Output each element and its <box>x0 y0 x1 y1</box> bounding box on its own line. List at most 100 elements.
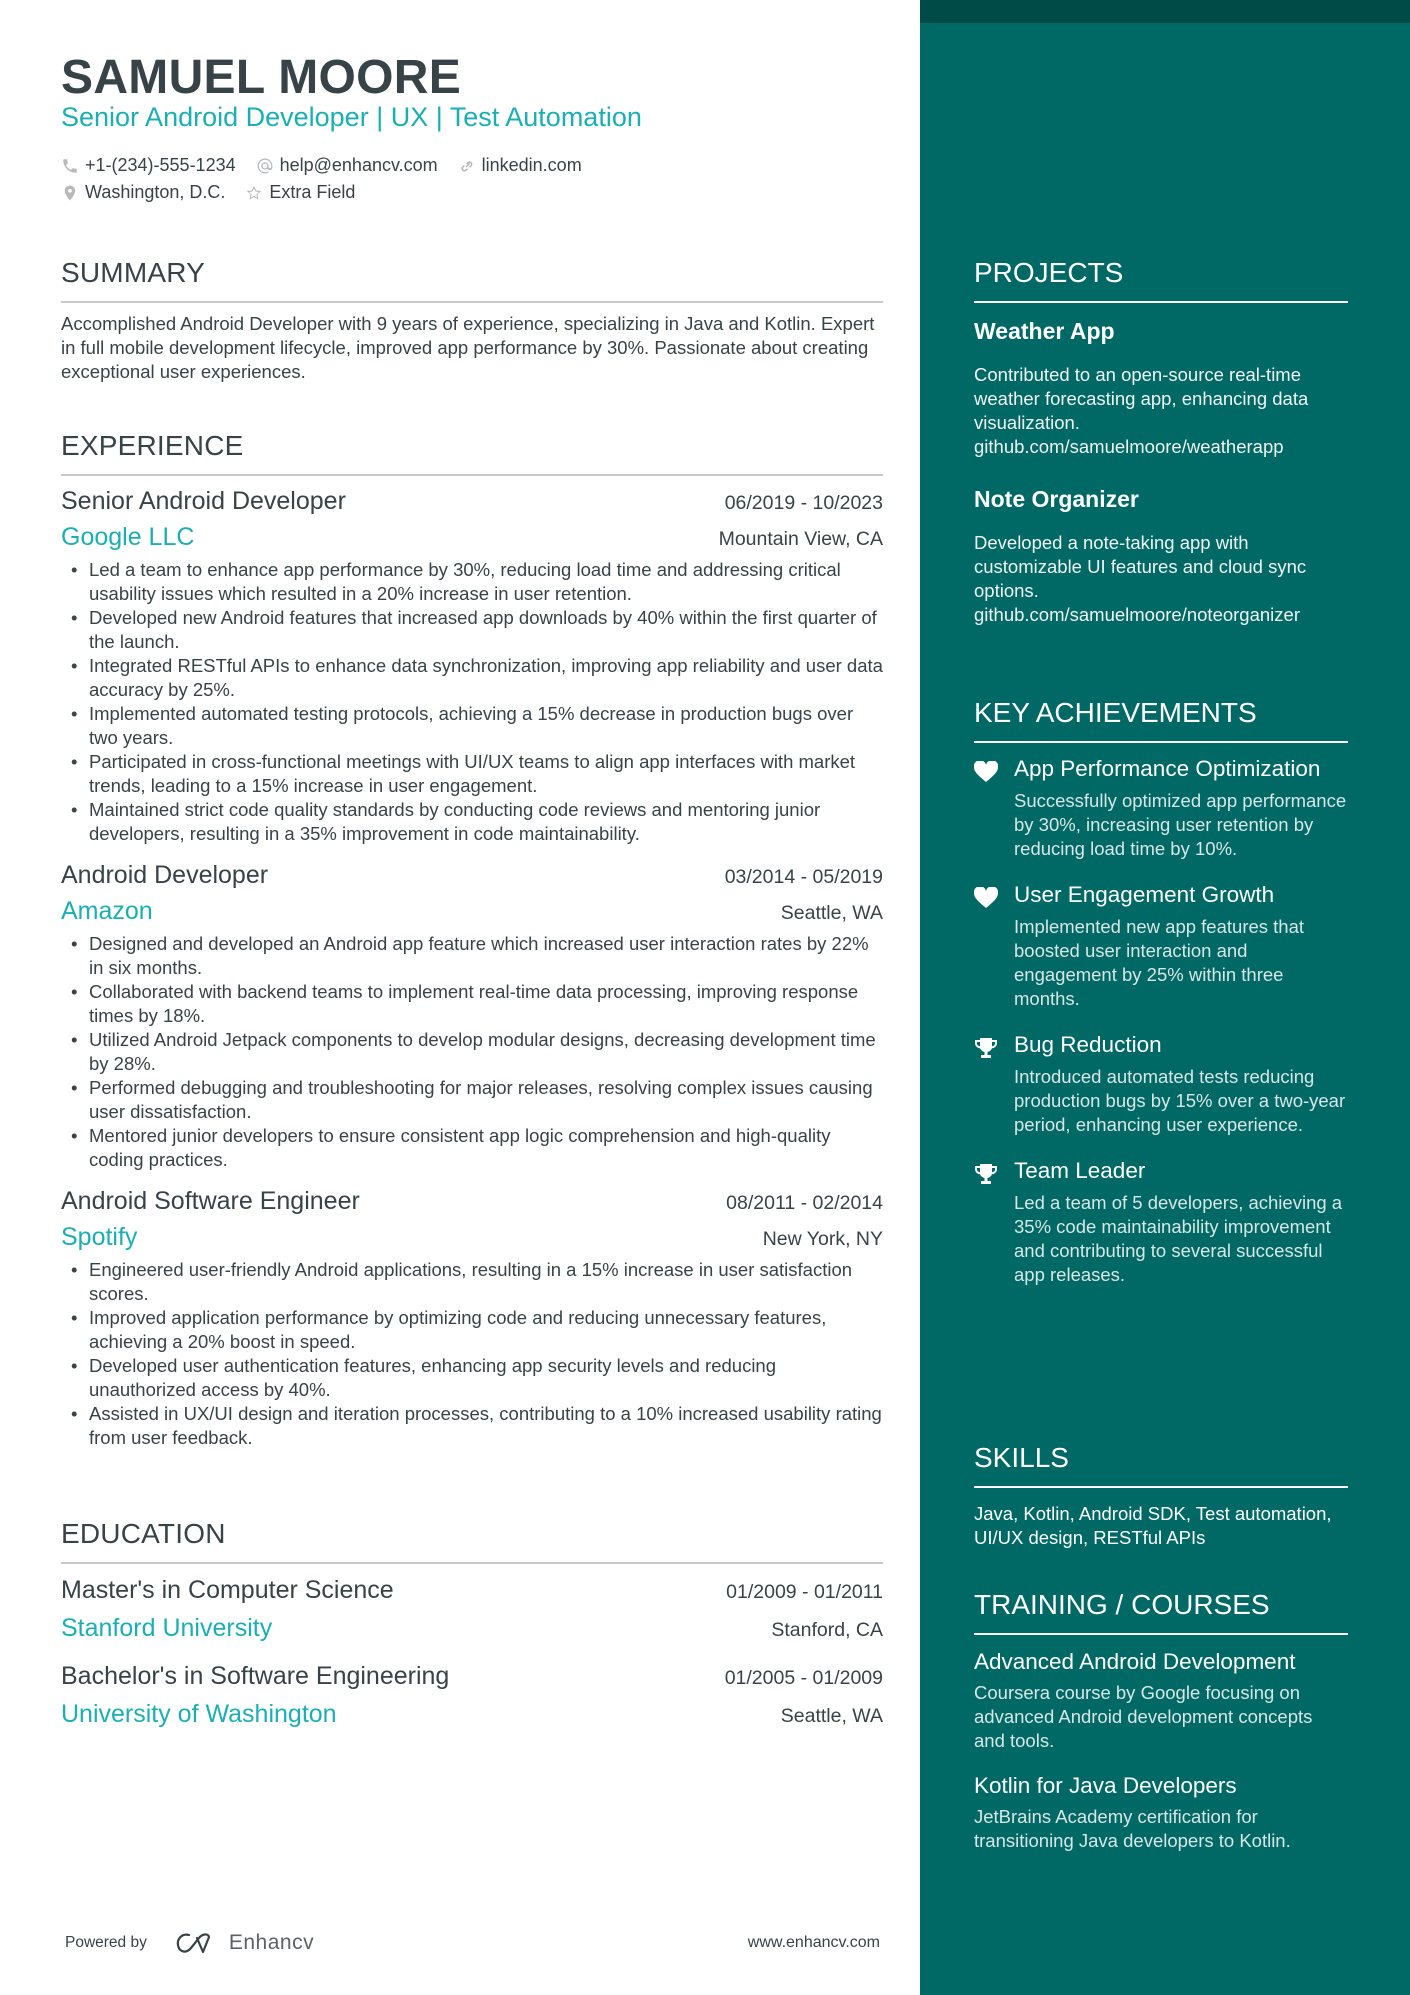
job-entry: Android Software Engineer 08/2011 - 02/2… <box>61 1184 883 1450</box>
bullet-item: Utilized Android Jetpack components to d… <box>61 1028 883 1076</box>
experience-heading: EXPERIENCE <box>61 430 883 476</box>
linkedin-text: linkedin.com <box>481 155 582 175</box>
education-section: EDUCATION Master's in Computer Science 0… <box>61 1518 883 1734</box>
trophy-icon <box>975 1038 997 1058</box>
education-dates: 01/2009 - 01/2011 <box>726 1581 883 1603</box>
bullet-item: Participated in cross-functional meeting… <box>61 750 883 798</box>
school-name: University of Washington <box>61 1700 337 1728</box>
achievement-entry: Team Leader Led a team of 5 developers, … <box>974 1157 1348 1287</box>
achievements-heading: KEY ACHIEVEMENTS <box>974 697 1348 743</box>
contact-linkedin[interactable]: linkedin.com <box>458 155 582 176</box>
project-link[interactable]: github.com/samuelmoore/noteorganizer <box>974 604 1300 625</box>
bullet-item: Improved application performance by opti… <box>61 1306 883 1354</box>
achievement-title: Bug Reduction <box>1014 1032 1162 1057</box>
contact-phone[interactable]: +1-(234)-555-1234 <box>61 155 236 176</box>
job-location: Mountain View, CA <box>718 528 883 550</box>
bullet-item: Collaborated with backend teams to imple… <box>61 980 883 1028</box>
job-title: Senior Android Developer <box>61 487 346 515</box>
bullet-item: Implemented automated testing protocols,… <box>61 702 883 750</box>
course-entry: Kotlin for Java Developers JetBrains Aca… <box>974 1771 1348 1853</box>
school-name: Stanford University <box>61 1614 273 1642</box>
candidate-name: SAMUEL MOORE <box>61 51 462 104</box>
job-dates: 03/2014 - 05/2019 <box>724 866 883 888</box>
experience-section: EXPERIENCE Senior Android Developer 06/2… <box>61 430 883 1450</box>
job-dates: 06/2019 - 10/2023 <box>724 492 883 514</box>
degree: Master's in Computer Science <box>61 1576 394 1604</box>
project-description: Developed a note-taking app with customi… <box>974 531 1348 627</box>
footer: Powered by Enhancv www.enhancv.com <box>65 1930 880 1956</box>
school-location: Seattle, WA <box>780 1705 883 1727</box>
bullet-item: Led a team to enhance app performance by… <box>61 558 883 606</box>
job-location: Seattle, WA <box>780 902 883 924</box>
summary-section: SUMMARY Accomplished Android Developer w… <box>61 257 883 384</box>
company-name: Google LLC <box>61 523 195 551</box>
projects-heading: PROJECTS <box>974 257 1348 303</box>
enhancv-brand[interactable]: Enhancv <box>229 1931 314 1955</box>
education-heading: EDUCATION <box>61 1518 883 1564</box>
enhancv-website-link[interactable]: www.enhancv.com <box>748 1934 880 1952</box>
job-entry: Senior Android Developer 06/2019 - 10/20… <box>61 484 883 846</box>
job-title: Android Developer <box>61 861 269 889</box>
education-dates: 01/2005 - 01/2009 <box>724 1667 883 1689</box>
extra-field-text: Extra Field <box>269 182 356 202</box>
location-pin-icon <box>64 185 76 200</box>
job-dates: 08/2011 - 02/2014 <box>726 1192 883 1214</box>
project-entry: Note Organizer Developed a note-taking a… <box>974 483 1348 627</box>
project-name: Note Organizer <box>974 486 1139 512</box>
education-entry: Master's in Computer Science 01/2009 - 0… <box>61 1572 883 1648</box>
achievement-description: Led a team of 5 developers, achieving a … <box>1014 1192 1343 1285</box>
bullet-item: Maintained strict code quality standards… <box>61 798 883 846</box>
powered-by-label: Powered by <box>65 1934 147 1951</box>
powered-by: Powered by Enhancv <box>65 1930 314 1956</box>
training-section: TRAINING / COURSES Advanced Android Deve… <box>974 1589 1348 1853</box>
project-description: Contributed to an open-source real-time … <box>974 363 1348 459</box>
bullet-item: Mentored junior developers to ensure con… <box>61 1124 883 1172</box>
job-bullets: Led a team to enhance app performance by… <box>61 558 883 846</box>
course-description: JetBrains Academy certification for tran… <box>974 1806 1291 1851</box>
contact-location: Washington, D.C. <box>61 182 225 203</box>
achievement-title: Team Leader <box>1014 1158 1146 1183</box>
heart-icon <box>973 886 999 908</box>
achievement-entry: Bug Reduction Introduced automated tests… <box>974 1031 1348 1137</box>
project-entry: Weather App Contributed to an open-sourc… <box>974 315 1348 459</box>
phone-text: +1-(234)-555-1234 <box>85 155 236 175</box>
project-link[interactable]: github.com/samuelmoore/weatherapp <box>974 436 1284 457</box>
bullet-item: Developed new Android features that incr… <box>61 606 883 654</box>
company-name: Amazon <box>61 897 153 925</box>
enhancv-logo-icon <box>176 1933 210 1954</box>
job-bullets: Engineered user-friendly Android applica… <box>61 1258 883 1450</box>
education-entry: Bachelor's in Software Engineering 01/20… <box>61 1658 883 1734</box>
achievements-section: KEY ACHIEVEMENTS App Performance Optimiz… <box>973 697 1348 1287</box>
course-title: Kotlin for Java Developers <box>974 1773 1237 1798</box>
course-entry: Advanced Android Development Coursera co… <box>974 1647 1348 1753</box>
achievement-description: Successfully optimized app performance b… <box>1014 790 1347 859</box>
skills-list: Java, Kotlin, Android SDK, Test automati… <box>974 1503 1332 1548</box>
summary-text: Accomplished Android Developer with 9 ye… <box>61 313 875 382</box>
phone-icon <box>63 158 77 173</box>
project-description-text: Contributed to an open-source real-time … <box>974 364 1309 433</box>
sidebar-top-band <box>920 0 1410 23</box>
bullet-item: Engineered user-friendly Android applica… <box>61 1258 883 1306</box>
bullet-item: Assisted in UX/UI design and iteration p… <box>61 1402 883 1450</box>
skills-heading: SKILLS <box>974 1442 1348 1488</box>
project-description-text: Developed a note-taking app with customi… <box>974 532 1307 601</box>
job-bullets: Designed and developed an Android app fe… <box>61 932 883 1172</box>
achievement-description: Implemented new app features that booste… <box>1014 916 1305 1009</box>
project-name: Weather App <box>974 318 1115 344</box>
email-text: help@enhancv.com <box>279 155 438 175</box>
achievement-entry: User Engagement Growth Implemented new a… <box>973 881 1348 1011</box>
heart-icon <box>973 760 999 782</box>
summary-heading: SUMMARY <box>61 257 883 303</box>
star-icon <box>247 185 262 199</box>
achievement-title: App Performance Optimization <box>1014 756 1321 781</box>
bullet-item: Designed and developed an Android app fe… <box>61 932 883 980</box>
location-text: Washington, D.C. <box>85 182 226 202</box>
sidebar: PROJECTS Weather App Contributed to an o… <box>920 0 1410 1995</box>
course-description: Coursera course by Google focusing on ad… <box>974 1682 1313 1751</box>
training-heading: TRAINING / COURSES <box>974 1589 1348 1635</box>
skills-section: SKILLS Java, Kotlin, Android SDK, Test a… <box>974 1442 1348 1550</box>
contact-email[interactable]: help@enhancv.com <box>256 155 438 176</box>
job-title: Android Software Engineer <box>61 1187 360 1215</box>
bullet-item: Developed user authentication features, … <box>61 1354 883 1402</box>
achievement-description: Introduced automated tests reducing prod… <box>1014 1066 1346 1135</box>
